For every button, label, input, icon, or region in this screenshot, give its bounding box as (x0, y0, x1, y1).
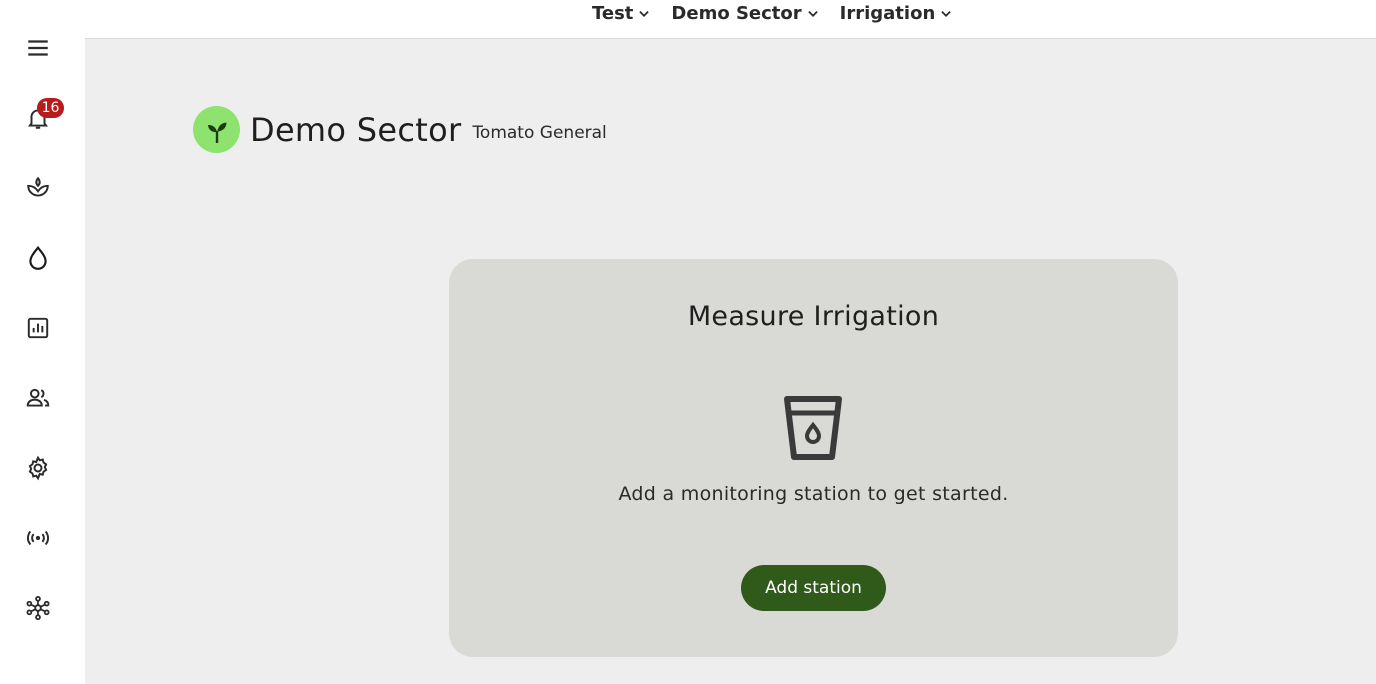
menu-icon (28, 40, 48, 56)
water-drop-icon (29, 245, 47, 270)
broadcast-icon (26, 530, 50, 546)
top-bar: Test Demo Sector Irrigation (0, 0, 1376, 39)
sector-header: Demo Sector Tomato General (193, 106, 607, 153)
water-glass-icon (784, 396, 842, 460)
crumb-sector[interactable]: Demo Sector (671, 3, 819, 24)
crumb-label: Irrigation (839, 3, 936, 24)
bar-chart-icon (27, 317, 49, 339)
devices-nav[interactable] (22, 522, 54, 554)
chevron-down-icon (807, 10, 818, 17)
integrations-nav[interactable] (22, 592, 54, 624)
add-station-button[interactable]: Add station (741, 565, 886, 611)
measure-irrigation-card: Measure Irrigation Add a monitoring stat… (449, 259, 1178, 657)
menu-button[interactable] (22, 32, 54, 64)
crumb-label: Demo Sector (671, 3, 802, 24)
crumb-irrigation[interactable]: Irrigation (840, 3, 954, 24)
sidebar: 16 (0, 0, 85, 684)
reports-nav[interactable] (22, 312, 54, 344)
crumb-label: Test (592, 3, 634, 24)
crumb-test[interactable]: Test (592, 3, 651, 24)
users-nav[interactable] (22, 382, 54, 414)
page-subtitle: Tomato General (472, 122, 607, 143)
gear-icon (28, 455, 48, 481)
notification-badge: 16 (37, 98, 64, 118)
chevron-down-icon (639, 10, 650, 17)
irrigation-nav[interactable] (22, 242, 54, 274)
page-title: Demo Sector (250, 110, 462, 149)
seedling-icon (207, 122, 226, 143)
empty-state-message: Add a monitoring station to get started. (618, 483, 1009, 505)
breadcrumb: Test Demo Sector Irrigation (592, 0, 953, 27)
card-title: Measure Irrigation (687, 301, 940, 332)
people-icon (26, 388, 50, 407)
avatar (193, 106, 240, 153)
network-icon (26, 595, 50, 621)
crops-nav[interactable] (22, 172, 54, 204)
sprout-icon (27, 176, 49, 197)
settings-nav[interactable] (22, 452, 54, 484)
chevron-down-icon (941, 10, 951, 17)
